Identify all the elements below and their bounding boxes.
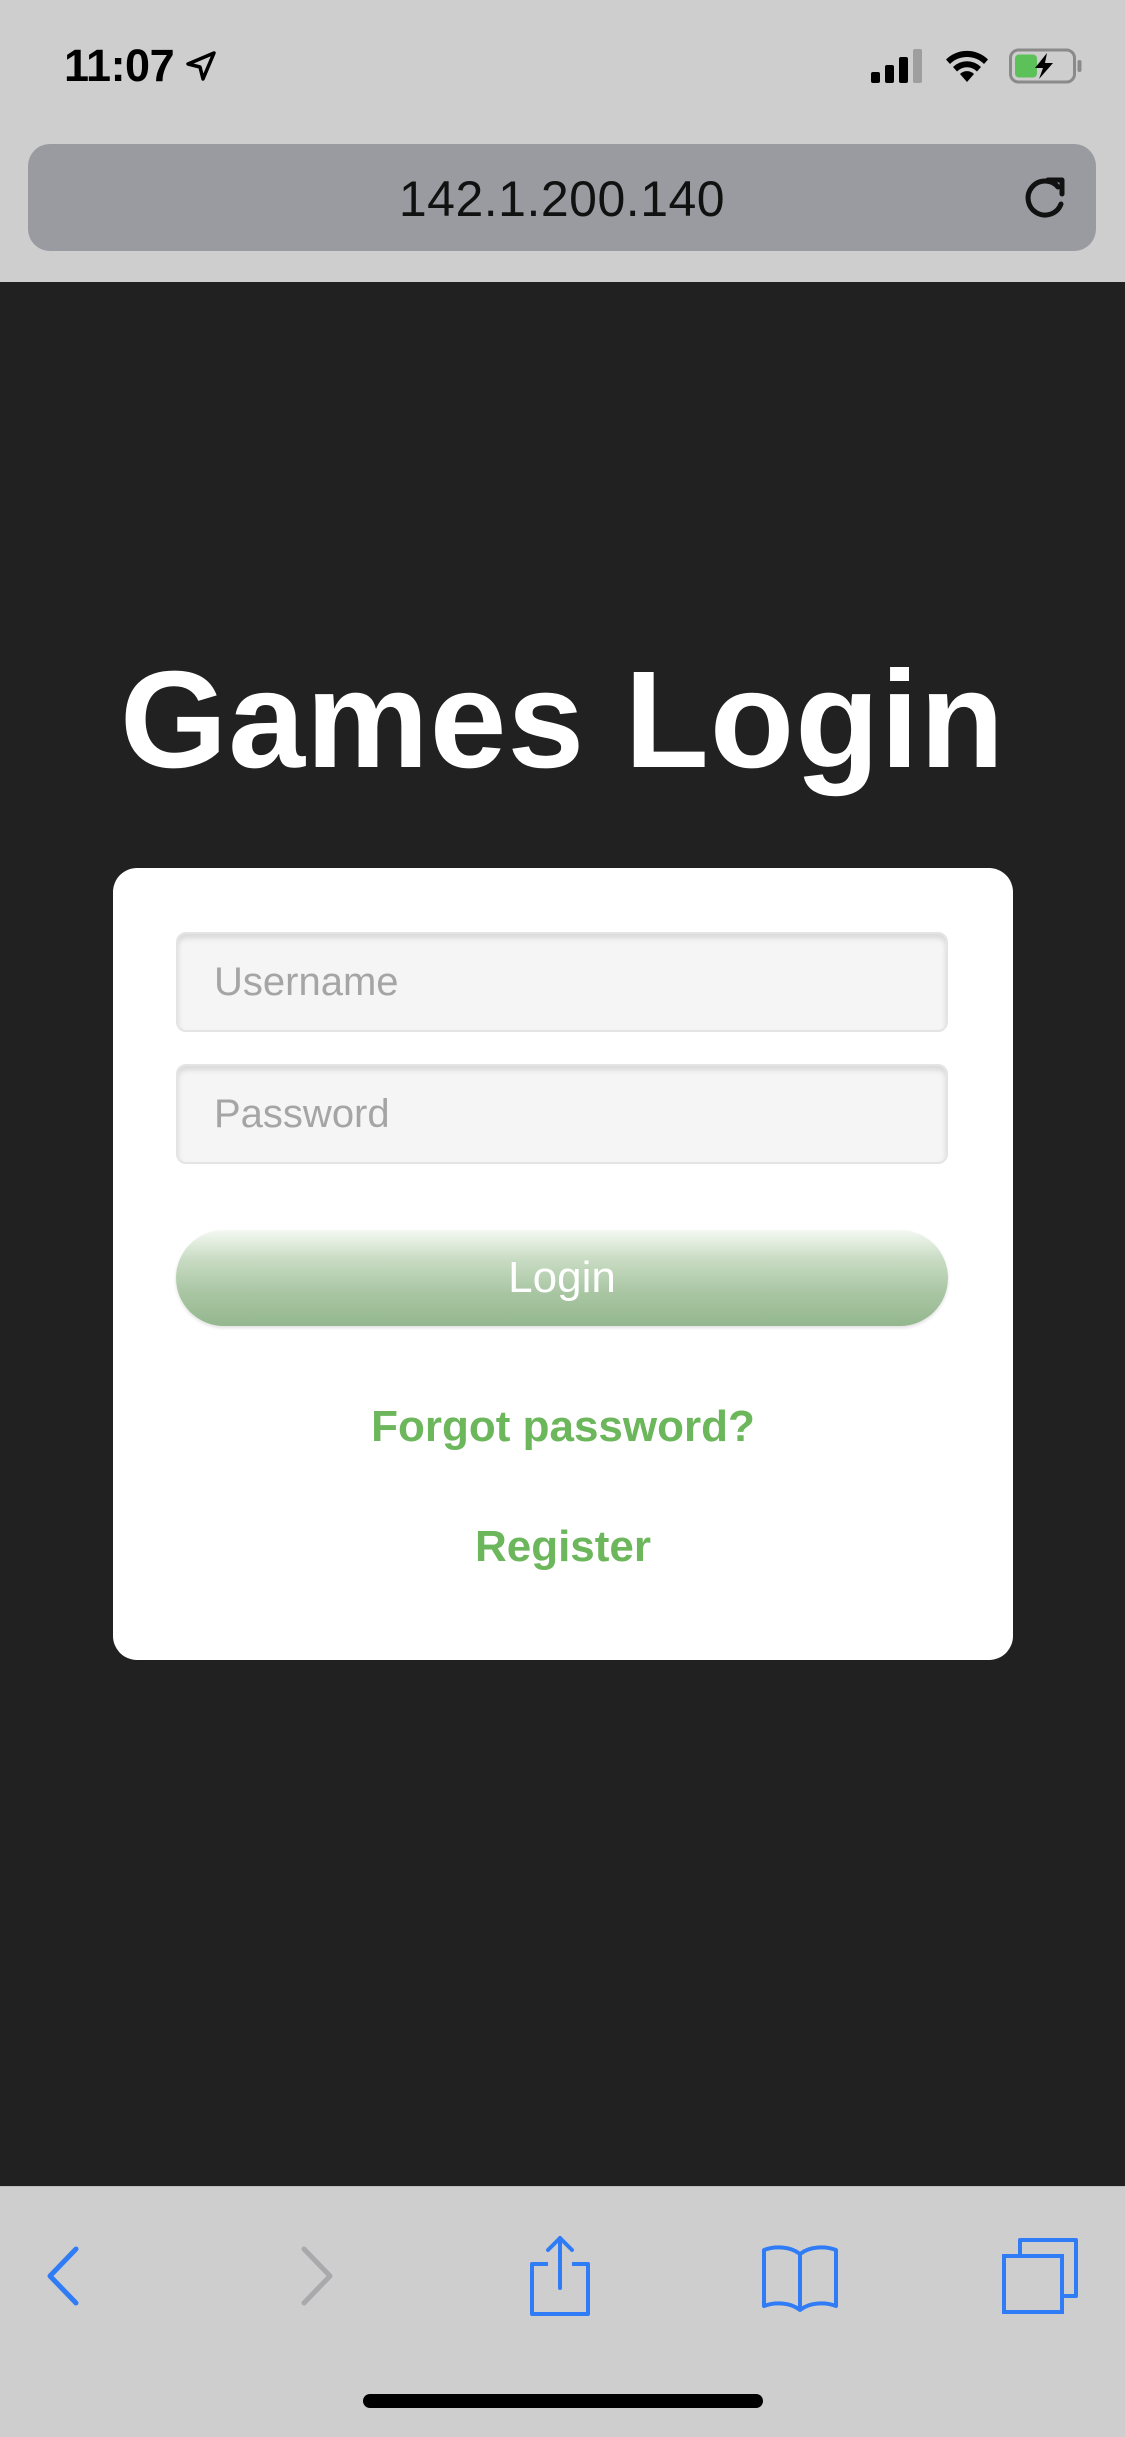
address-bar[interactable]: 142.1.200.140 bbox=[28, 144, 1096, 251]
tabs-icon bbox=[1002, 2238, 1078, 2314]
cellular-signal-icon bbox=[871, 49, 922, 83]
battery-charging-icon bbox=[1009, 48, 1082, 84]
status-bar: 11:07 bbox=[0, 0, 1125, 140]
wifi-icon bbox=[946, 50, 988, 82]
share-icon bbox=[530, 2236, 590, 2316]
status-time-group: 11:07 bbox=[64, 40, 218, 92]
reload-icon[interactable] bbox=[1018, 174, 1070, 226]
register-link[interactable]: Register bbox=[113, 1522, 1013, 1572]
home-indicator bbox=[363, 2394, 763, 2408]
back-icon bbox=[47, 2246, 79, 2306]
forward-icon bbox=[301, 2246, 333, 2306]
forward-button[interactable] bbox=[270, 2231, 360, 2321]
page-title: Games Login bbox=[119, 643, 1006, 797]
login-card: Login Forgot password? Register bbox=[113, 868, 1013, 1660]
password-input[interactable] bbox=[176, 1064, 948, 1164]
forgot-password-link[interactable]: Forgot password? bbox=[113, 1402, 1013, 1452]
address-url[interactable]: 142.1.200.140 bbox=[28, 170, 1096, 228]
location-arrow-icon bbox=[186, 51, 216, 81]
tabs-button[interactable] bbox=[995, 2231, 1085, 2321]
share-button[interactable] bbox=[515, 2231, 605, 2321]
bookmarks-icon bbox=[762, 2245, 838, 2312]
status-icons bbox=[871, 48, 1083, 84]
username-input[interactable] bbox=[176, 932, 948, 1032]
browser-top-bar: 142.1.200.140 bbox=[0, 140, 1125, 282]
login-button[interactable]: Login bbox=[176, 1230, 948, 1326]
bookmarks-button[interactable] bbox=[755, 2231, 845, 2321]
back-button[interactable] bbox=[20, 2231, 110, 2321]
status-time: 11:07 bbox=[64, 40, 175, 91]
